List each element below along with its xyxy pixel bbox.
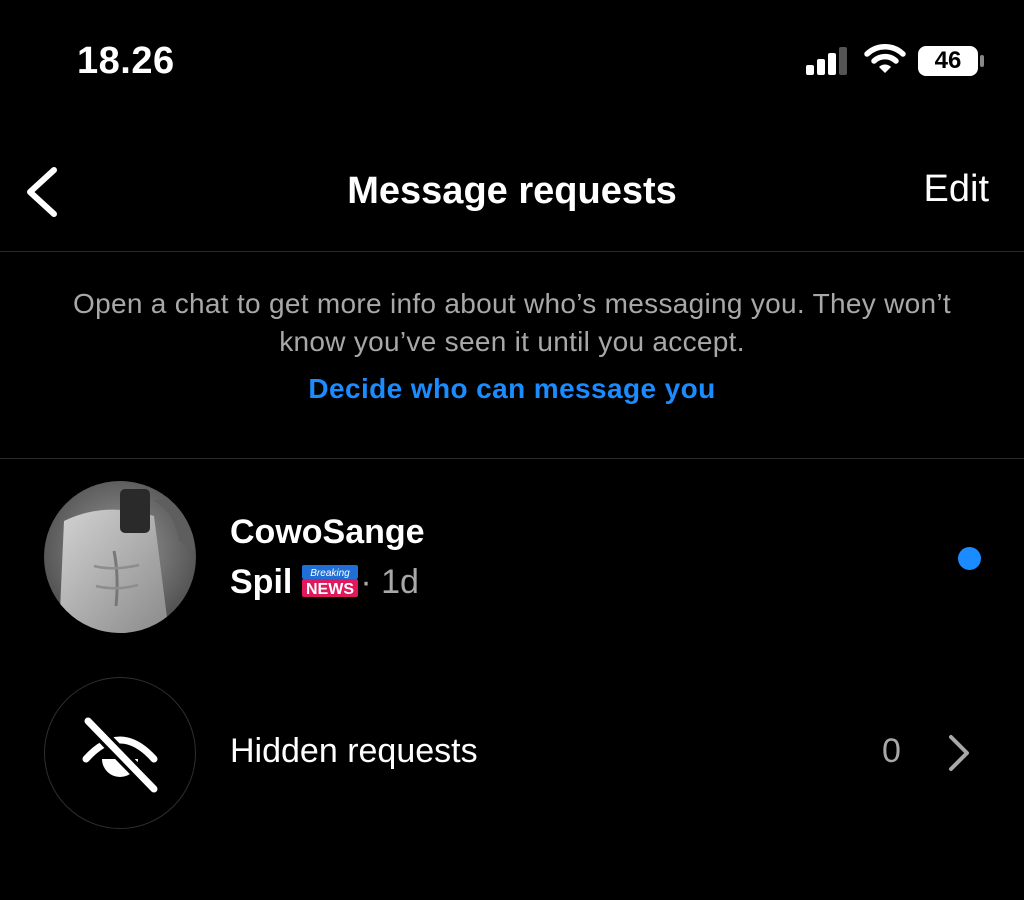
hidden-requests-row[interactable]: Hidden requests 0 — [0, 677, 1024, 832]
hidden-requests-count: 0 — [882, 732, 901, 770]
battery-icon: 46 — [917, 45, 985, 77]
unread-indicator — [958, 547, 981, 570]
decide-who-can-message-link[interactable]: Decide who can message you — [0, 373, 1024, 405]
request-message: Spil — [230, 563, 293, 601]
battery-level: 46 — [934, 47, 962, 74]
header: Message requests Edit — [0, 140, 1024, 250]
request-sender-name: CowoSange — [230, 513, 425, 551]
chevron-right-icon — [949, 735, 969, 771]
info-text: Open a chat to get more info about who’s… — [73, 288, 951, 357]
wifi-icon — [864, 44, 906, 73]
hidden-requests-icon-circle — [44, 677, 196, 829]
status-bar: 18.26 46 — [0, 0, 1024, 120]
request-row[interactable]: CowoSange Spil Breaking NEWS · 1d — [0, 481, 1024, 636]
status-time: 18.26 — [77, 40, 175, 82]
svg-text:NEWS: NEWS — [306, 581, 354, 597]
breaking-news-emoji: Breaking NEWS — [302, 565, 359, 598]
avatar — [44, 481, 196, 633]
eye-slash-icon — [80, 713, 161, 796]
cellular-signal-icon — [806, 47, 847, 75]
divider — [0, 458, 1024, 459]
request-time: · 1d — [360, 563, 419, 601]
hidden-requests-label: Hidden requests — [230, 732, 478, 770]
divider — [0, 251, 1024, 252]
request-preview: Spil Breaking NEWS · 1d — [230, 563, 419, 602]
svg-text:Breaking: Breaking — [311, 568, 351, 579]
page-title: Message requests — [347, 170, 677, 212]
edit-button[interactable]: Edit — [924, 168, 989, 211]
